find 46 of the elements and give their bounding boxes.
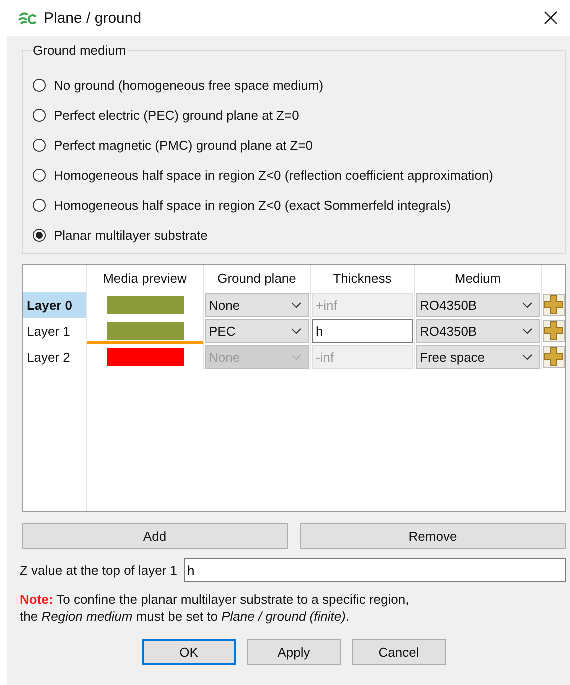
app-logo-icon bbox=[18, 11, 38, 25]
chevron-down-icon bbox=[291, 328, 302, 334]
dialog-button[interactable]: Cancel bbox=[352, 639, 446, 665]
column-header: Ground plane bbox=[204, 265, 311, 292]
radio-button[interactable] bbox=[33, 78, 46, 92]
row-header[interactable]: Layer 1 bbox=[23, 318, 87, 344]
medium-dropdown[interactable]: RO4350B bbox=[416, 319, 540, 343]
radio-label[interactable]: Perfect magnetic (PMC) ground plane at Z=0 bbox=[54, 138, 314, 152]
radio-label[interactable]: Perfect electric (PEC) ground plane at Z=0 bbox=[54, 108, 300, 122]
radio-label[interactable]: Planar multilayer substrate bbox=[54, 228, 208, 242]
chevron-down-icon bbox=[522, 354, 533, 360]
table-action-button[interactable]: Add bbox=[22, 523, 288, 549]
radio-button[interactable] bbox=[33, 228, 46, 242]
chevron-down-icon bbox=[522, 302, 533, 308]
z-value-field[interactable]: h bbox=[184, 558, 566, 582]
radio-button[interactable] bbox=[33, 168, 46, 182]
chevron-down-icon bbox=[291, 302, 302, 308]
radio-label[interactable]: No ground (homogeneous free space medium) bbox=[54, 78, 324, 92]
window-title: Plane / ground bbox=[44, 10, 142, 26]
row-header[interactable]: Layer 2 bbox=[23, 344, 87, 370]
medium-dropdown[interactable]: RO4350B bbox=[416, 293, 540, 317]
radio-label[interactable]: Homogeneous half space in region Z<0 (exact Sommerfeld integrals) bbox=[54, 198, 452, 212]
radio-button[interactable] bbox=[33, 198, 46, 212]
note-text: Note: To confine the planar multilayer substrate to a specific region, the Region medium must be set to Plane / ground (finite). bbox=[20, 591, 410, 625]
add-medium-icon[interactable] bbox=[543, 320, 565, 342]
dialog-button[interactable]: OK bbox=[142, 639, 236, 665]
z-value-label: Z value at the top of layer 1 bbox=[20, 562, 178, 578]
group-title: Ground medium bbox=[31, 43, 128, 58]
row-header[interactable]: Layer 0 bbox=[23, 292, 87, 318]
ground-plane-dropdown[interactable]: PEC bbox=[205, 319, 309, 343]
radio-button[interactable] bbox=[33, 108, 46, 122]
column-header: Media preview bbox=[87, 265, 204, 292]
column-header: Thickness bbox=[311, 265, 415, 292]
ground-plane-dropdown[interactable]: None bbox=[205, 293, 309, 317]
chevron-down-icon bbox=[291, 354, 302, 360]
close-icon[interactable] bbox=[544, 11, 558, 25]
radio-button[interactable] bbox=[33, 138, 46, 152]
thickness-field[interactable]: h bbox=[312, 319, 413, 343]
chevron-down-icon bbox=[522, 328, 533, 334]
medium-dropdown[interactable]: Free space bbox=[416, 345, 540, 369]
add-medium-icon[interactable] bbox=[543, 294, 565, 316]
column-header: Medium bbox=[415, 265, 542, 292]
dialog-button[interactable]: Apply bbox=[247, 639, 341, 665]
table-action-button[interactable]: Remove bbox=[300, 523, 566, 549]
radio-label[interactable]: Homogeneous half space in region Z<0 (reflection coefficient approximation) bbox=[54, 168, 494, 182]
add-medium-icon[interactable] bbox=[543, 346, 565, 368]
